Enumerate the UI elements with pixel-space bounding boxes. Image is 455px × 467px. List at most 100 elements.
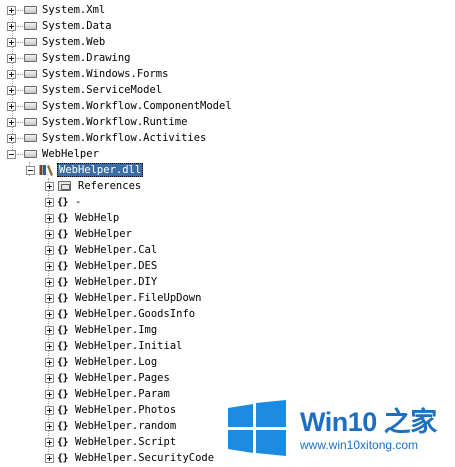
expand-toggle-icon[interactable] xyxy=(45,181,54,191)
expand-toggle-icon[interactable] xyxy=(45,245,54,255)
tree-node-namespace[interactable]: {} WebHelper.FileUpDown xyxy=(45,290,203,306)
namespace-label: WebHelper.Pages xyxy=(75,372,170,384)
tree-node-references[interactable]: References xyxy=(45,178,143,194)
tree-node-label: System.Xml xyxy=(42,4,106,16)
expand-toggle-icon[interactable] xyxy=(7,133,16,143)
references-icon xyxy=(58,181,71,191)
tree-node-label: System.Workflow.Activities xyxy=(42,132,207,144)
namespace-icon: {} xyxy=(57,420,69,432)
expand-toggle-icon[interactable] xyxy=(45,261,54,271)
collapse-toggle-icon[interactable] xyxy=(26,165,35,175)
tree-node-namespace[interactable]: {} WebHelper.SecurityCode xyxy=(45,450,216,466)
tree-node-namespace[interactable]: {} WebHelper.DIY xyxy=(45,274,159,290)
assembly-icon xyxy=(24,118,37,126)
assembly-icon xyxy=(24,102,37,110)
namespace-icon: {} xyxy=(57,452,69,464)
tree-node-namespace[interactable]: {} WebHelper.Img xyxy=(45,322,159,338)
expand-toggle-icon[interactable] xyxy=(45,437,54,447)
tree-node-assembly[interactable]: System.Workflow.Activities xyxy=(7,130,208,146)
namespace-label: WebHelper.SecurityCode xyxy=(75,452,215,464)
tree-node-assembly[interactable]: System.Data xyxy=(7,18,114,34)
expand-toggle-icon[interactable] xyxy=(7,85,16,95)
tree-node-label: System.Web xyxy=(42,36,106,48)
namespace-icon: {} xyxy=(57,196,69,208)
expand-toggle-icon[interactable] xyxy=(45,373,54,383)
tree-node-assembly[interactable]: System.Workflow.ComponentModel xyxy=(7,98,234,114)
namespace-icon: {} xyxy=(57,244,69,256)
expand-toggle-icon[interactable] xyxy=(45,293,54,303)
project-label: WebHelper xyxy=(42,148,99,160)
tree-node-namespace[interactable]: {} WebHelper.Param xyxy=(45,386,172,402)
expand-toggle-icon[interactable] xyxy=(45,453,54,463)
dll-assembly-icon xyxy=(39,165,53,176)
watermark-url: www.win10xitong.com xyxy=(300,438,419,452)
tree-node-namespace[interactable]: {} WebHelper.DES xyxy=(45,258,159,274)
namespace-label: WebHelper.FileUpDown xyxy=(75,292,202,304)
namespace-icon: {} xyxy=(57,324,69,336)
windows-logo-icon xyxy=(228,400,286,456)
project-icon xyxy=(24,150,37,158)
expand-toggle-icon[interactable] xyxy=(45,309,54,319)
tree-node-namespace[interactable]: {} WebHelper.Cal xyxy=(45,242,159,258)
expand-toggle-icon[interactable] xyxy=(45,213,54,223)
namespace-icon: {} xyxy=(57,388,69,400)
expand-toggle-icon[interactable] xyxy=(45,389,54,399)
tree-node-assembly[interactable]: System.Web xyxy=(7,34,107,50)
tree-node-namespace[interactable]: {} WebHelper.Pages xyxy=(45,370,172,386)
namespace-label: WebHelper.Script xyxy=(75,436,177,448)
expand-toggle-icon[interactable] xyxy=(45,325,54,335)
namespace-icon: {} xyxy=(57,212,69,224)
namespace-label: WebHelper.Log xyxy=(75,356,158,368)
expand-toggle-icon[interactable] xyxy=(45,405,54,415)
tree-node-assembly[interactable]: System.ServiceModel xyxy=(7,82,164,98)
expand-toggle-icon[interactable] xyxy=(7,5,16,15)
tree-node-assembly[interactable]: System.Workflow.Runtime xyxy=(7,114,189,130)
tree-node-dll[interactable]: WebHelper.dll xyxy=(26,162,144,178)
expand-toggle-icon[interactable] xyxy=(45,357,54,367)
assembly-icon xyxy=(24,134,37,142)
assembly-icon xyxy=(24,70,37,78)
namespace-icon: {} xyxy=(57,340,69,352)
namespace-label: WebHelp xyxy=(75,212,120,224)
tree-node-namespace[interactable]: {} WebHelper.Script xyxy=(45,434,178,450)
tree-node-namespace[interactable]: {} WebHelper xyxy=(45,226,134,242)
expand-toggle-icon[interactable] xyxy=(7,53,16,63)
tree-node-namespace[interactable]: {} - xyxy=(45,194,83,210)
expand-toggle-icon[interactable] xyxy=(45,421,54,431)
watermark: Win10 之家 www.win10xitong.com xyxy=(224,398,455,467)
namespace-icon: {} xyxy=(57,356,69,368)
tree-node-namespace[interactable]: {} WebHelp xyxy=(45,210,121,226)
tree-node-namespace[interactable]: {} WebHelper.GoodsInfo xyxy=(45,306,197,322)
expand-toggle-icon[interactable] xyxy=(7,101,16,111)
namespace-label: WebHelper.Param xyxy=(75,388,170,400)
namespace-icon: {} xyxy=(57,372,69,384)
expand-toggle-icon[interactable] xyxy=(45,341,54,351)
namespace-icon: {} xyxy=(57,292,69,304)
expand-toggle-icon[interactable] xyxy=(7,69,16,79)
expand-toggle-icon[interactable] xyxy=(45,197,54,207)
tree-node-namespace[interactable]: {} WebHelper.Log xyxy=(45,354,159,370)
namespace-label: WebHelper.GoodsInfo xyxy=(75,308,196,320)
expand-toggle-icon[interactable] xyxy=(7,117,16,127)
tree-node-assembly[interactable]: System.Windows.Forms xyxy=(7,66,170,82)
namespace-label: WebHelper.Photos xyxy=(75,404,177,416)
tree-node-assembly[interactable]: System.Drawing xyxy=(7,50,133,66)
tree-node-label: System.ServiceModel xyxy=(42,84,163,96)
namespace-label: WebHelper.Cal xyxy=(75,244,158,256)
tree-node-namespace[interactable]: {} WebHelper.Initial xyxy=(45,338,184,354)
collapse-toggle-icon[interactable] xyxy=(7,149,16,159)
namespace-label: WebHelper.Img xyxy=(75,324,158,336)
expand-toggle-icon[interactable] xyxy=(45,277,54,287)
tree-node-project[interactable]: WebHelper xyxy=(7,146,101,162)
assembly-icon xyxy=(24,6,37,14)
expand-toggle-icon[interactable] xyxy=(7,21,16,31)
namespace-label: WebHelper.DIY xyxy=(75,276,158,288)
assembly-icon xyxy=(24,86,37,94)
tree-node-namespace[interactable]: {} WebHelper.random xyxy=(45,418,178,434)
tree-node-assembly[interactable]: System.Xml xyxy=(7,2,107,18)
expand-toggle-icon[interactable] xyxy=(45,229,54,239)
expand-toggle-icon[interactable] xyxy=(7,37,16,47)
tree-node-label: System.Workflow.Runtime xyxy=(42,116,188,128)
tree-node-label: System.Drawing xyxy=(42,52,131,64)
tree-node-namespace[interactable]: {} WebHelper.Photos xyxy=(45,402,178,418)
